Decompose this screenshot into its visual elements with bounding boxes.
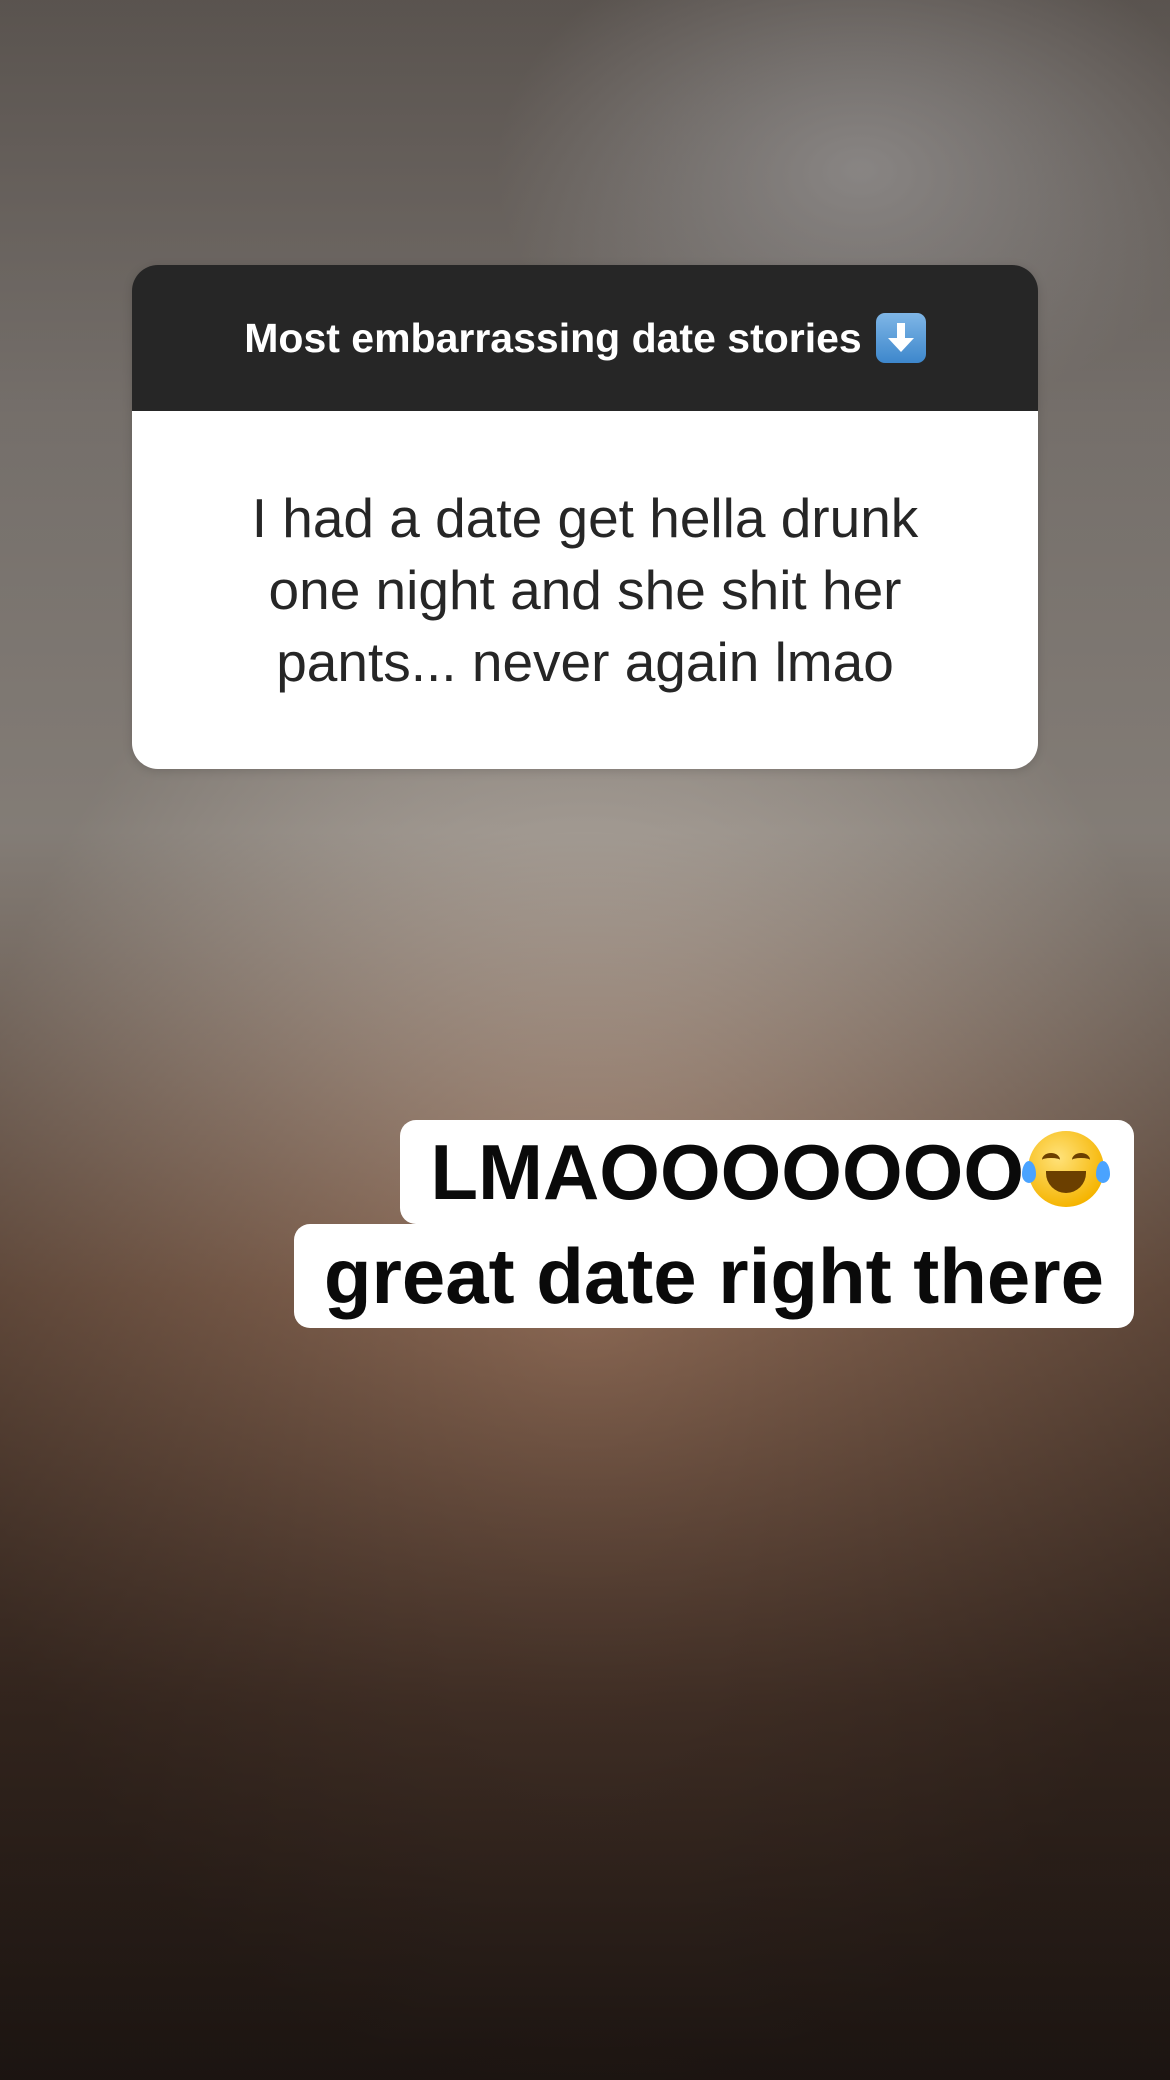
question-sticker-answer: I had a date get hella drunk one night a… [251,487,919,693]
caption-text-overlay: LMAOOOOOOO great date right there [293,1120,1134,1328]
question-sticker[interactable]: Most embarrassing date stories I had a d… [132,265,1038,769]
question-sticker-title: Most embarrassing date stories [244,314,862,361]
caption-line-1-text: LMAOOOOOOO [430,1128,1024,1216]
caption-line-1: LMAOOOOOOO [400,1120,1134,1224]
question-sticker-answer-area: I had a date get hella drunk one night a… [132,411,1038,769]
tears-of-joy-emoji-icon [1022,1131,1110,1207]
caption-line-2-text: great date right there [323,1232,1104,1320]
down-arrow-emoji-icon [875,313,926,363]
question-sticker-header: Most embarrassing date stories [132,265,1038,411]
caption-line-2: great date right there [293,1224,1134,1328]
